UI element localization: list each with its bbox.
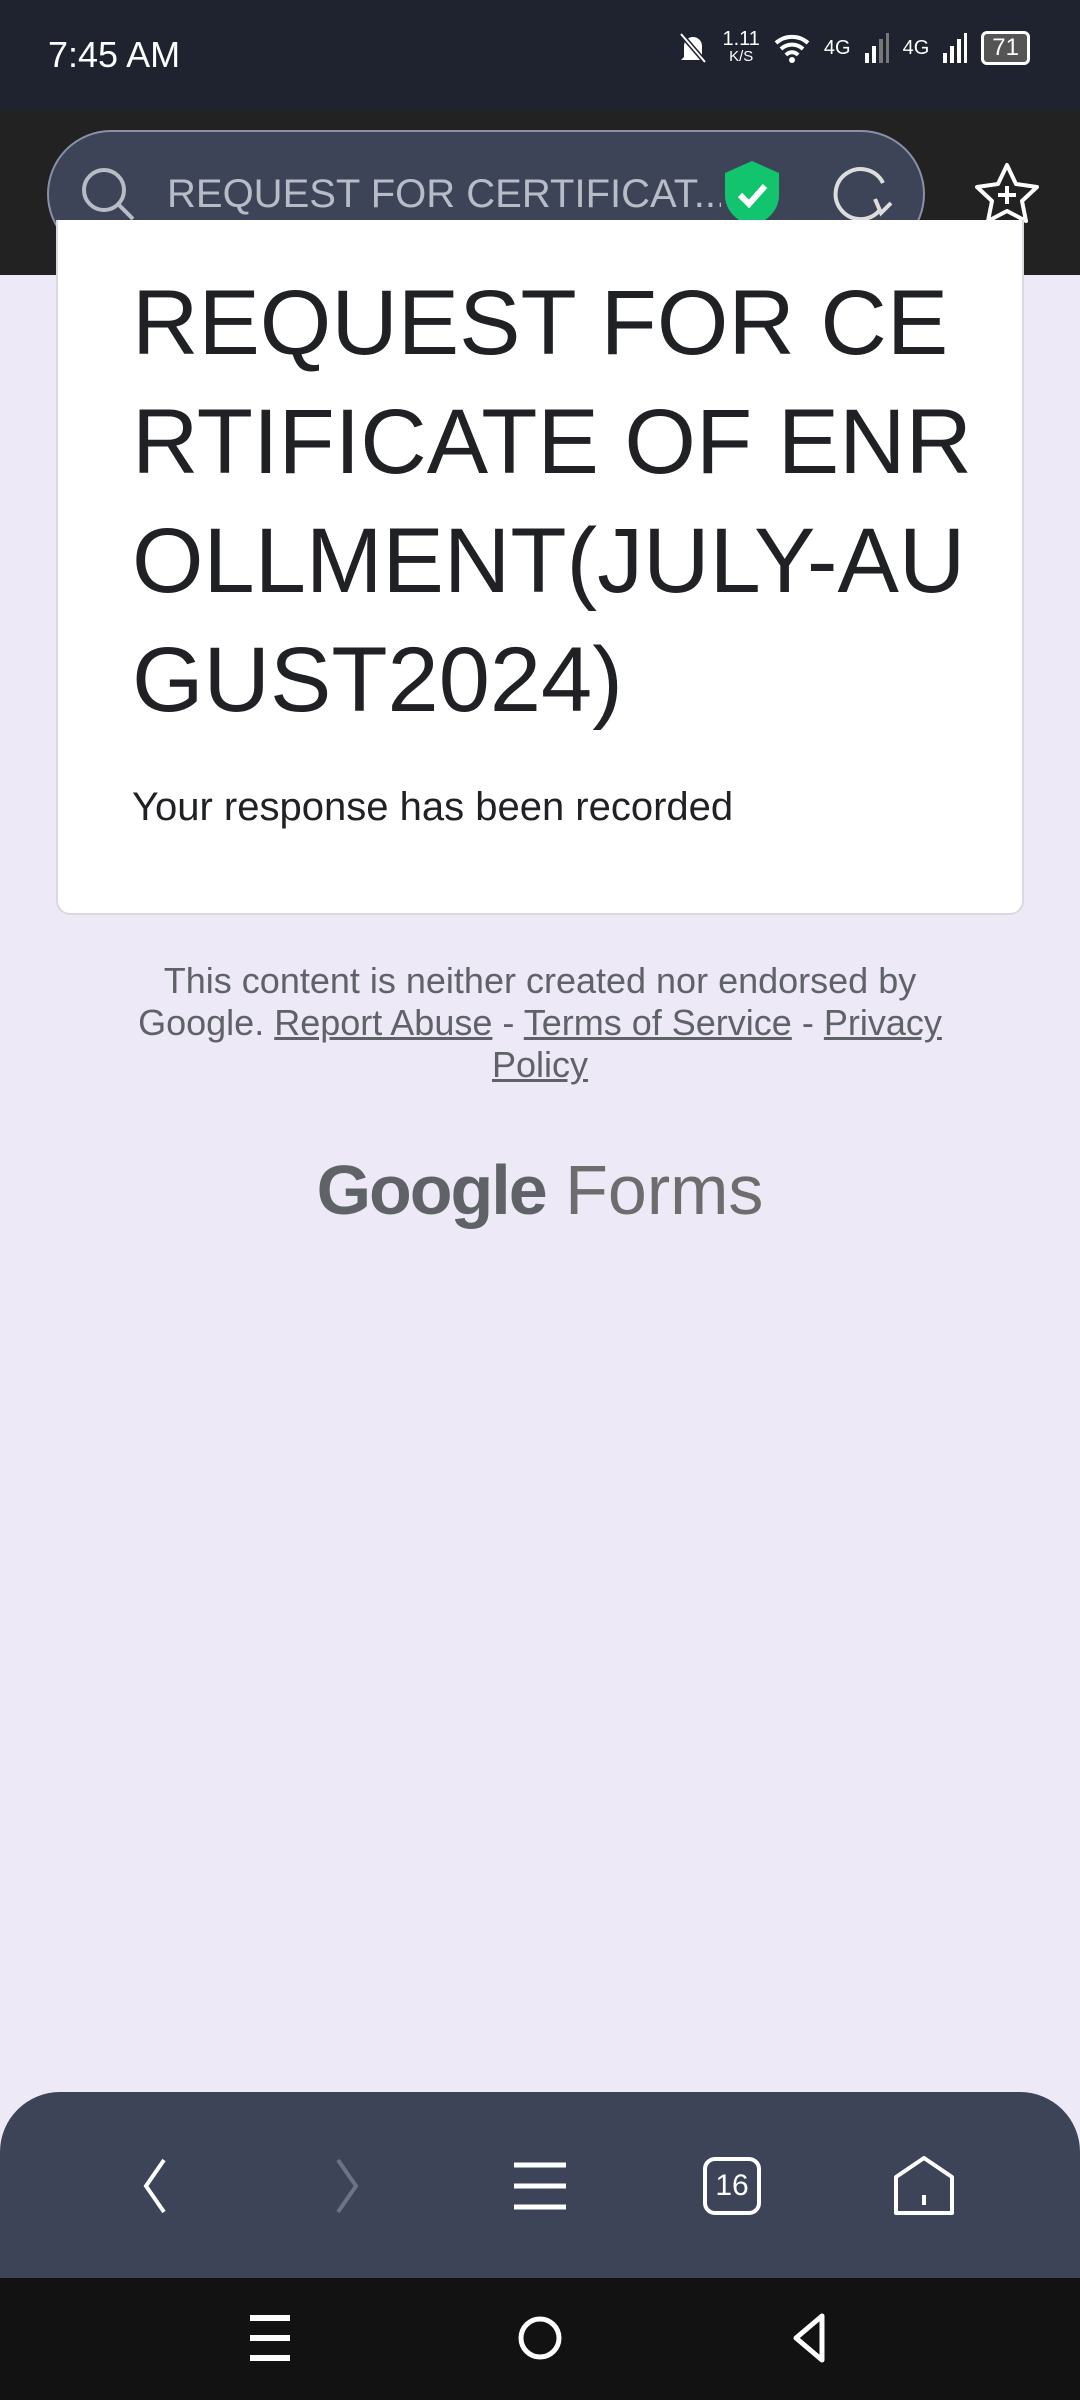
google-forms-logo[interactable]: Google Forms	[0, 1150, 1080, 1230]
net-speed: 1.11	[722, 28, 760, 50]
security-shield-icon	[725, 161, 779, 227]
recents-icon	[250, 2315, 290, 2361]
net-speed-unit: K/S	[729, 48, 754, 65]
logo-google: Google	[316, 1151, 548, 1229]
browser-bottom-nav: 16	[0, 2092, 1080, 2278]
tabs-button[interactable]: 16	[692, 2146, 772, 2226]
chevron-left-icon	[143, 2158, 166, 2214]
menu-button[interactable]	[500, 2146, 580, 2226]
network-type-1: 4G	[823, 36, 851, 59]
back-button[interactable]	[114, 2146, 194, 2226]
separator: -	[502, 1002, 515, 1043]
status-bar: 7:45 AM 1.11 K/S 4G 4G 71	[0, 0, 1080, 110]
triangle-back-icon	[793, 2313, 825, 2363]
bell-muted-icon	[679, 32, 708, 64]
tab-count: 16	[703, 2157, 761, 2215]
signal-icon	[864, 33, 889, 63]
separator: -	[801, 1002, 814, 1043]
home-system-button[interactable]	[510, 2308, 570, 2368]
system-nav-bar	[0, 2278, 1080, 2400]
home-button[interactable]	[884, 2146, 964, 2226]
battery-level: 71	[981, 31, 1030, 65]
forward-button[interactable]	[308, 2146, 388, 2226]
circle-home-icon	[518, 2316, 562, 2360]
chevron-right-icon	[336, 2158, 359, 2214]
confirmation-message: Your response has been recorded	[132, 785, 734, 829]
recents-button[interactable]	[240, 2308, 300, 2368]
form-title: REQUEST FOR CERTIFICATE OF ENROLLMENT(JU…	[132, 272, 972, 731]
add-bookmark-icon[interactable]	[974, 162, 1040, 224]
clock: 7:45 AM	[48, 34, 181, 75]
wifi-icon	[774, 34, 810, 63]
menu-icon	[514, 2162, 566, 2210]
terms-link[interactable]: Terms of Service	[524, 1002, 792, 1043]
back-system-button[interactable]	[780, 2308, 840, 2368]
signal-icon	[943, 33, 968, 63]
search-icon	[82, 168, 135, 221]
network-type-2: 4G	[902, 36, 930, 59]
footer-disclaimer: This content is neither created nor endo…	[130, 960, 950, 1086]
logo-forms: Forms	[565, 1151, 764, 1229]
form-confirmation-card: REQUEST FOR CERTIFICATE OF ENROLLMENT(JU…	[56, 220, 1024, 915]
address-text[interactable]: REQUEST FOR CERTIFICAT...	[167, 172, 721, 217]
report-abuse-link[interactable]: Report Abuse	[274, 1002, 492, 1043]
home-icon	[894, 2156, 954, 2215]
reload-icon[interactable]	[831, 163, 893, 225]
